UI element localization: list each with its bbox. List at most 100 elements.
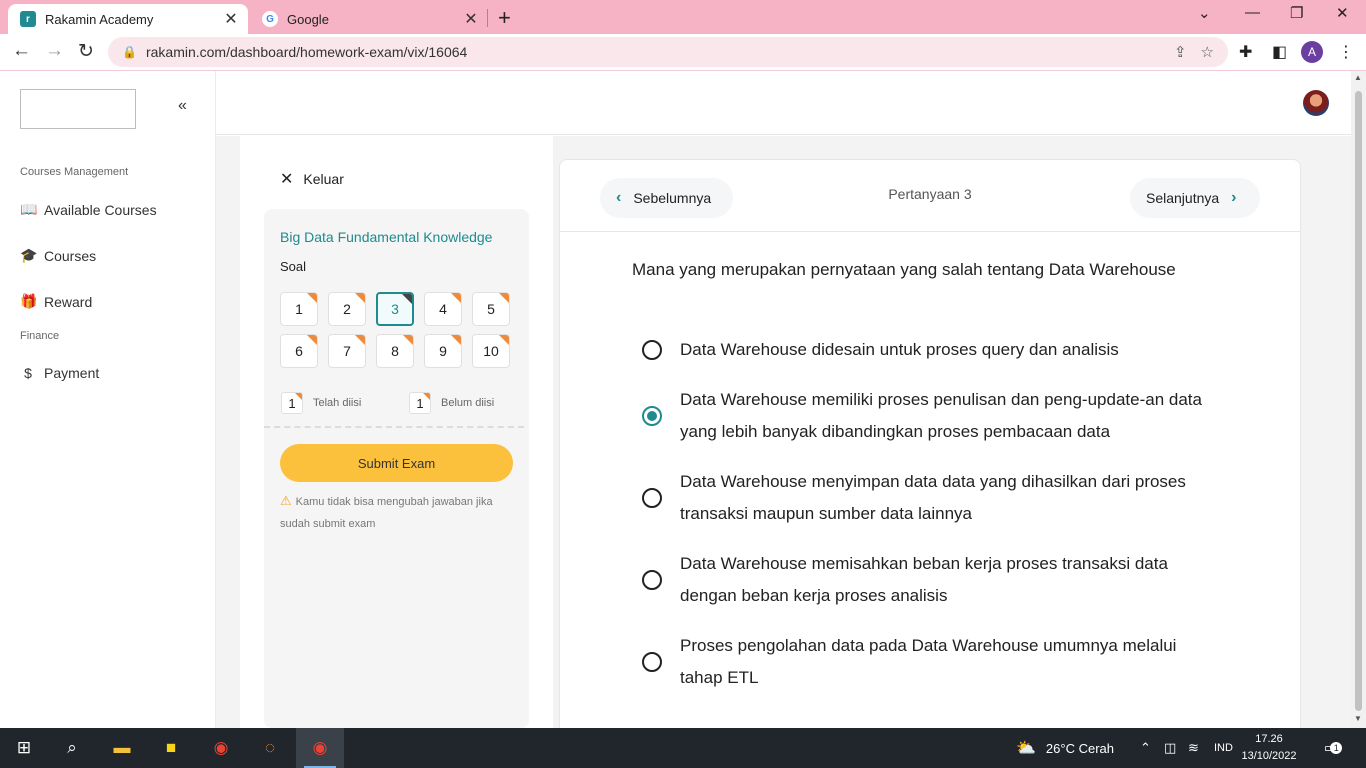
notification-center-icon[interactable]: ▭ 1 <box>1324 728 1343 768</box>
show-hidden-icons[interactable]: ⌃ <box>1140 728 1151 768</box>
scroll-up-icon[interactable]: ▲ <box>1354 73 1362 82</box>
unanswered-marker <box>307 335 317 345</box>
weather-widget[interactable]: ⛅ 26°C Cerah <box>1016 728 1114 768</box>
answer-option-5[interactable]: Proses pengolahan data pada Data Warehou… <box>640 630 1220 694</box>
sidebar-item-payment[interactable]: $ Payment <box>20 365 99 381</box>
answer-option-2[interactable]: Data Warehouse memiliki proses penulisan… <box>640 384 1220 448</box>
radio-button[interactable] <box>642 488 662 508</box>
sidebar-item-label: Courses <box>44 247 97 264</box>
browser-menu-icon[interactable]: ⋮ <box>1338 42 1354 62</box>
question-button-5[interactable]: 5 <box>472 292 510 326</box>
question-number: 3 <box>391 301 399 317</box>
system-clock[interactable]: 17.26 13/10/2022 <box>1240 731 1298 765</box>
share-icon[interactable]: ⇪ <box>1174 43 1187 61</box>
soal-label: Soal <box>280 259 307 274</box>
forward-icon[interactable]: → <box>45 40 64 62</box>
unanswered-marker <box>403 335 413 345</box>
answer-option-4[interactable]: Data Warehouse memisahkan beban kerja pr… <box>640 548 1220 612</box>
file-explorer-icon[interactable]: ▬ <box>98 728 146 768</box>
tab-separator <box>487 9 488 27</box>
option-text: Data Warehouse memiliki proses penulisan… <box>680 390 1202 441</box>
question-number: 2 <box>343 301 351 317</box>
radio-button-selected[interactable] <box>642 406 662 426</box>
radio-button[interactable] <box>642 340 662 360</box>
question-button-3[interactable]: 3 <box>376 292 414 326</box>
restore-icon[interactable]: ❐ <box>1290 4 1303 22</box>
page-scrollbar[interactable]: ▲ ▼ <box>1351 71 1366 728</box>
wifi-icon[interactable]: ≋ <box>1188 728 1199 768</box>
radio-button[interactable] <box>642 570 662 590</box>
question-button-10[interactable]: 10 <box>472 334 510 368</box>
sidebar-item-available-courses[interactable]: 📖 Available Courses <box>20 201 157 218</box>
exit-label: Keluar <box>303 171 344 187</box>
legend-unanswered-box: 1 <box>409 392 431 414</box>
sidebar: « Courses Management 📖 Available Courses… <box>0 71 216 728</box>
sidebar-item-reward[interactable]: 🎁 Reward <box>20 293 92 310</box>
close-tab-icon[interactable]: ✕ <box>460 9 482 29</box>
question-button-7[interactable]: 7 <box>328 334 366 368</box>
rakamin-favicon-icon: r <box>20 11 36 27</box>
chevron-right-icon: › <box>1231 189 1237 206</box>
close-tab-icon[interactable]: ✕ <box>220 9 242 29</box>
unanswered-marker <box>451 335 461 345</box>
chrome-profile-icon[interactable]: ◉ <box>296 728 344 768</box>
search-icon[interactable]: ⌕ <box>48 728 96 768</box>
windows-taskbar: ⊞ ⌕ ▬ ■ ◉ ◌ ◉ ⛅ 26°C Cerah ⌃ ◫ ≋ IND 17.… <box>0 728 1366 768</box>
question-number: 1 <box>295 301 303 317</box>
url-text[interactable]: rakamin.com/dashboard/homework-exam/vix/… <box>146 44 1174 60</box>
address-bar[interactable]: 🔒 rakamin.com/dashboard/homework-exam/vi… <box>108 37 1228 67</box>
sticky-notes-icon[interactable]: ■ <box>147 728 195 768</box>
new-tab-icon[interactable]: + <box>498 5 511 31</box>
back-icon[interactable]: ← <box>12 40 31 62</box>
scrollbar-thumb[interactable] <box>1355 91 1362 711</box>
radio-button[interactable] <box>642 652 662 672</box>
close-icon: ✕ <box>280 171 294 188</box>
notification-count: 1 <box>1330 742 1343 754</box>
sidebar-heading-finance: Finance <box>20 330 60 342</box>
book-open-icon: 📖 <box>20 201 38 217</box>
reload-icon[interactable]: ↻ <box>78 40 94 63</box>
divider <box>264 426 524 428</box>
unanswered-marker <box>355 293 365 303</box>
exit-button[interactable]: ✕ Keluar <box>280 169 344 189</box>
warning-text: Kamu tidak bisa mengubah jawaban jika su… <box>280 496 493 530</box>
app-icon[interactable]: ◌ <box>246 728 294 768</box>
profile-avatar[interactable]: A <box>1301 41 1323 63</box>
close-window-icon[interactable]: ✕ <box>1336 4 1349 22</box>
sidebar-item-label: Available Courses <box>44 201 157 218</box>
windows-start-icon[interactable]: ⊞ <box>0 728 48 768</box>
answer-option-3[interactable]: Data Warehouse menyimpan data data yang … <box>640 466 1220 530</box>
next-button[interactable]: Selanjutnya › <box>1130 178 1260 218</box>
tab-title: Google <box>287 11 329 27</box>
side-panel-icon[interactable]: ◧ <box>1272 42 1287 62</box>
graduation-cap-icon: 🎓 <box>20 247 38 263</box>
question-button-1[interactable]: 1 <box>280 292 318 326</box>
tab-search-chevron-icon[interactable]: ⌄ <box>1198 4 1211 22</box>
tab-rakamin[interactable]: r Rakamin Academy ✕ <box>8 4 248 34</box>
scroll-down-icon[interactable]: ▼ <box>1354 714 1362 723</box>
course-title: Big Data Fundamental Knowledge <box>280 229 493 245</box>
user-avatar[interactable] <box>1303 90 1329 116</box>
language-indicator[interactable]: IND <box>1214 728 1233 768</box>
submit-exam-button[interactable]: Submit Exam <box>280 444 513 482</box>
collapse-sidebar-icon[interactable]: « <box>178 97 187 115</box>
option-text: Data Warehouse didesain untuk proses que… <box>680 340 1119 359</box>
unanswered-marker <box>499 335 509 345</box>
question-button-4[interactable]: 4 <box>424 292 462 326</box>
tab-google[interactable]: G Google ✕ <box>250 4 488 34</box>
logo-image[interactable] <box>20 89 136 129</box>
extensions-puzzle-icon[interactable]: ✚ <box>1239 42 1252 62</box>
clock-date: 13/10/2022 <box>1241 750 1297 762</box>
question-button-8[interactable]: 8 <box>376 334 414 368</box>
previous-button[interactable]: ‹ Sebelumnya <box>600 178 733 218</box>
question-button-6[interactable]: 6 <box>280 334 318 368</box>
question-button-2[interactable]: 2 <box>328 292 366 326</box>
sidebar-item-label: Reward <box>44 293 93 310</box>
minimize-icon[interactable]: — <box>1245 4 1260 21</box>
chrome-icon[interactable]: ◉ <box>197 728 245 768</box>
meet-now-icon[interactable]: ◫ <box>1164 728 1176 768</box>
bookmark-star-icon[interactable]: ☆ <box>1201 43 1214 61</box>
question-button-9[interactable]: 9 <box>424 334 462 368</box>
answer-option-1[interactable]: Data Warehouse didesain untuk proses que… <box>640 334 1220 366</box>
sidebar-item-courses[interactable]: 🎓 Courses <box>20 247 96 264</box>
